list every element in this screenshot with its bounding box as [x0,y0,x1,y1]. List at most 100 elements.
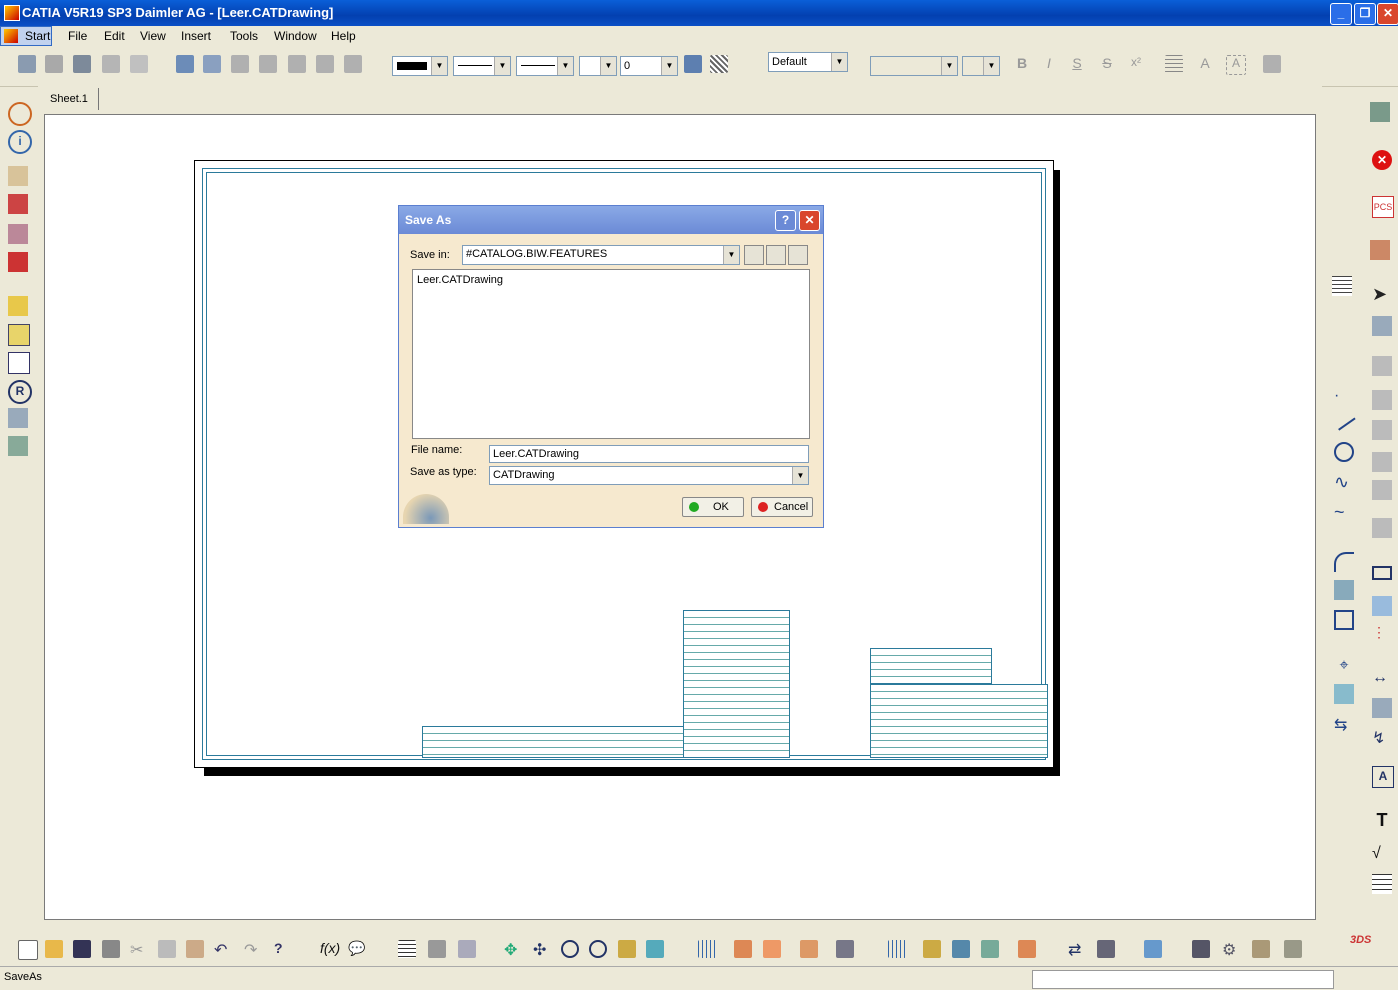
trim-icon[interactable] [1334,610,1354,630]
tool-b-3-icon[interactable] [1252,940,1270,958]
catia-app-icon[interactable] [4,5,20,21]
axis-icon[interactable]: ⌖ [1334,656,1354,676]
view-tool-3-icon[interactable] [800,940,818,958]
circle-icon[interactable] [1334,442,1354,462]
symmetry-icon[interactable] [1334,580,1354,600]
comment-icon[interactable]: 💬 [348,940,366,958]
view-tool-1-icon[interactable] [734,940,752,958]
tool-icon-10[interactable] [288,55,306,73]
gear-icon[interactable]: ⚙ [1222,940,1240,959]
menu-help[interactable]: Help [331,29,356,43]
anchor-icon[interactable] [1263,55,1281,73]
tool-right-1-icon[interactable] [1370,102,1390,122]
info-icon[interactable]: i [8,130,32,154]
frame-text-icon[interactable]: A [1226,55,1246,75]
font-size-combo[interactable]: ▼ [962,56,1000,76]
close-window-button[interactable]: ✕ [1377,3,1398,25]
tool-icon-4[interactable] [102,55,120,73]
search-icon[interactable] [8,102,32,126]
tool-left-12-icon[interactable] [8,436,28,456]
tool-left-5-icon[interactable] [8,224,28,244]
pan-icon[interactable]: ✣ [533,940,551,959]
underline-icon[interactable]: S [1068,55,1086,73]
tool-left-11-icon[interactable] [8,408,28,428]
save-as-type-dropdown[interactable]: CATDrawing ▼ [489,466,809,485]
dialog-close-button[interactable]: ✕ [799,210,820,231]
tool-right-4-icon[interactable] [1370,240,1390,260]
tool-icon-9[interactable] [259,55,277,73]
file-list[interactable]: Leer.CATDrawing [412,269,810,439]
analysis-4-icon[interactable] [1018,940,1036,958]
analysis-2-icon[interactable] [952,940,970,958]
menu-file[interactable]: File [68,29,87,43]
list-item[interactable]: Leer.CATDrawing [417,274,503,286]
undo-icon[interactable]: ↶ [214,940,232,959]
tool-left-6-icon[interactable] [8,252,28,272]
analysis-1-icon[interactable] [923,940,941,958]
zoom-out-icon[interactable] [589,940,607,958]
tab-sheet1[interactable]: Sheet.1 [40,88,99,110]
dimension-3-icon[interactable]: ↯ [1372,728,1392,748]
tool-right-6-icon[interactable] [1372,316,1392,336]
points-icon[interactable]: ⋮ [1372,624,1392,644]
tool-icon-11[interactable] [316,55,334,73]
tool-left-3-icon[interactable] [8,166,28,186]
tool-right-gray-6-icon[interactable] [1372,518,1392,538]
spline-icon[interactable]: ~ [1334,502,1354,522]
list-icon[interactable] [1332,276,1352,296]
preview-icon[interactable] [788,245,808,265]
menu-start[interactable]: Start [25,29,50,43]
registered-icon[interactable]: R [8,380,32,404]
text-icon[interactable]: T [1372,810,1392,830]
point-style-combo[interactable]: ▼ [579,56,617,76]
ok-button[interactable]: OK [682,497,744,517]
new-icon[interactable] [18,940,38,960]
tool-icon-3[interactable] [73,55,91,73]
list-view-icon[interactable] [744,245,764,265]
layer-combo[interactable]: Default ▼ [768,52,848,72]
tool-icon-6[interactable] [176,55,194,73]
roughness-icon[interactable]: √ [1372,844,1392,864]
details-view-icon[interactable] [766,245,786,265]
save-icon[interactable] [73,940,91,958]
tool-left-7-icon[interactable] [8,296,28,316]
linetype-combo[interactable]: ▼ [453,56,511,76]
rectangle-icon[interactable] [1372,566,1392,580]
eraser-icon[interactable] [1144,940,1162,958]
lock-icon[interactable] [428,940,446,958]
bold-icon[interactable]: B [1013,55,1031,73]
tool-left-8-icon[interactable] [8,324,30,346]
tool-icon-5[interactable] [130,55,148,73]
menu-tools[interactable]: Tools [230,29,258,43]
line-weight-value-combo[interactable]: 0 ▼ [620,56,678,76]
formula-icon[interactable]: f(x) [320,940,340,958]
lineweight-combo[interactable]: ▼ [516,56,574,76]
command-input[interactable] [1032,970,1334,989]
file-name-field[interactable]: Leer.CATDrawing [489,445,809,463]
point-icon[interactable]: · [1334,386,1354,406]
tool-b-4-icon[interactable] [1284,940,1302,958]
menu-edit[interactable]: Edit [104,29,125,43]
tool-left-9-icon[interactable] [8,352,30,374]
paint-icon[interactable] [684,55,702,73]
tool-right-gray-3-icon[interactable] [1372,420,1392,440]
menu-window[interactable]: Window [274,29,317,43]
font-combo[interactable]: ▼ [870,56,958,76]
view-tool-4-icon[interactable] [836,940,854,958]
corner-icon[interactable] [1334,552,1354,572]
tool-icon-8[interactable] [231,55,249,73]
close-red-icon[interactable]: ✕ [1372,150,1392,170]
paste-icon[interactable] [186,940,204,958]
italic-icon[interactable]: I [1040,55,1058,73]
analysis-3-icon[interactable] [981,940,999,958]
menu-view[interactable]: View [140,29,166,43]
fit-all-icon[interactable]: ✥ [504,940,522,959]
tool-icon-1[interactable] [18,55,36,73]
normal-view-icon[interactable] [646,940,664,958]
tool-b-1-icon[interactable] [1192,940,1210,958]
dimension-2-icon[interactable] [1372,698,1392,718]
superscript-icon[interactable]: x² [1127,55,1145,73]
whats-this-icon[interactable]: ? [274,940,292,958]
open-icon[interactable] [45,940,63,958]
tool-right-gray-4-icon[interactable] [1372,452,1392,472]
